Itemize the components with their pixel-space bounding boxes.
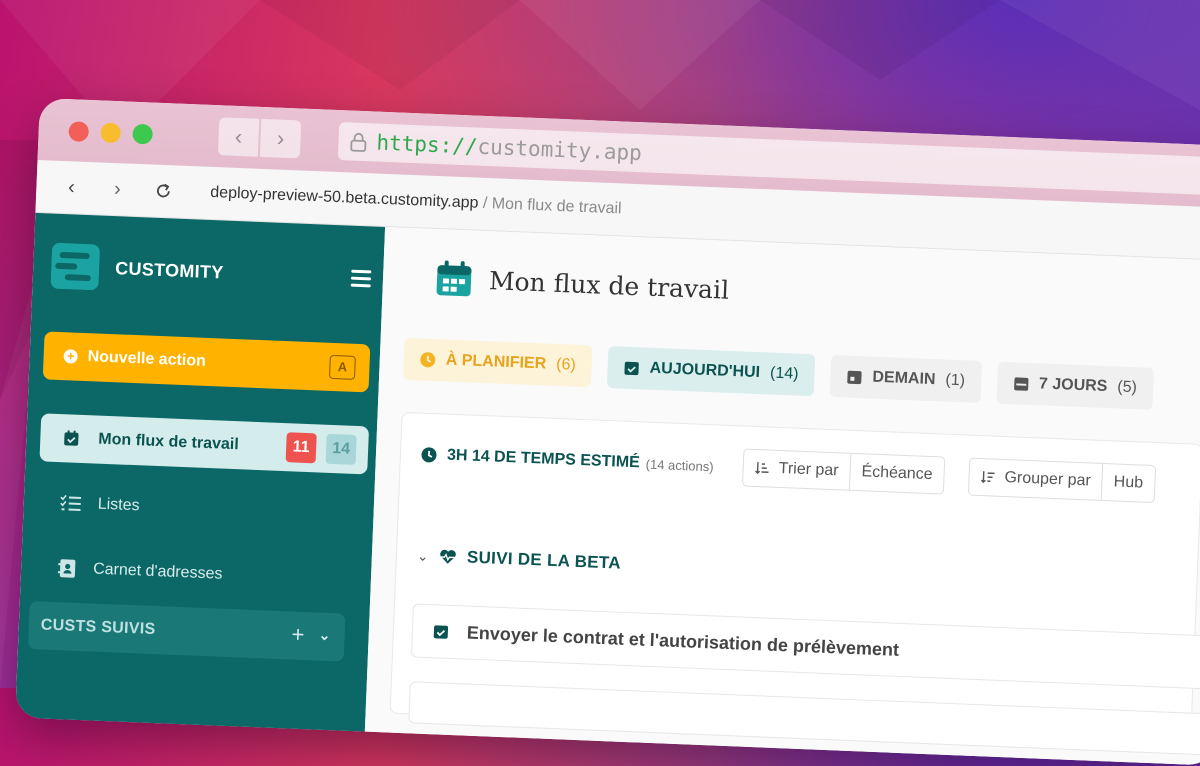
add-tracked-button[interactable]: +: [291, 622, 305, 649]
clock-icon: [420, 352, 436, 368]
history-buttons: ‹ ›: [217, 117, 302, 159]
action-count: (14 actions): [645, 456, 714, 474]
page-title: Mon flux de travail: [488, 265, 730, 305]
sidebar-item-label: Mon flux de travail: [98, 430, 240, 454]
tab-today[interactable]: AUJOURD'HUI (14): [606, 346, 816, 397]
sidebar-item-label: Listes: [97, 495, 140, 515]
group-value-select[interactable]: Hub: [1100, 463, 1155, 503]
count-badge: 14: [325, 433, 357, 465]
group-control: Grouper par Hub: [967, 457, 1156, 504]
calendar-icon: [436, 260, 472, 297]
new-action-button[interactable]: + Nouvelle action A: [42, 331, 371, 393]
main-content: Mon flux de travail À PLANIFIER (6) AUJO…: [364, 226, 1200, 766]
chevron-right-icon: ›: [113, 177, 122, 200]
page-forward-button[interactable]: ›: [104, 176, 131, 203]
calendar-check-icon: [64, 430, 79, 446]
shortcut-key: A: [328, 354, 356, 380]
sort-value-select[interactable]: Échéance: [848, 453, 945, 494]
group-title: SUIVI DE LA BETA: [466, 547, 622, 573]
actions-panel: 3H 14 DE TEMPS ESTIMÉ (14 actions) Trier…: [389, 411, 1200, 756]
task-title: Envoyer le contrat et l'autorisation de …: [466, 622, 900, 660]
task-row[interactable]: [408, 681, 1200, 756]
sort-by-label: Trier par: [778, 459, 839, 480]
hamburger-menu-icon[interactable]: [350, 269, 372, 292]
tab-count: (1): [945, 371, 966, 390]
time-estimate-label: 3H 14 DE TEMPS ESTIMÉ: [446, 446, 641, 472]
maximize-window-button[interactable]: [132, 123, 154, 145]
tab-tomorrow[interactable]: DEMAIN (1): [829, 354, 982, 403]
chevron-left-icon: ‹: [234, 123, 243, 150]
clock-icon: [421, 447, 437, 463]
chevron-down-icon[interactable]: ⌄: [318, 627, 331, 644]
group-value: Hub: [1113, 473, 1144, 492]
group-by-button[interactable]: Grouper par: [969, 459, 1103, 500]
back-button[interactable]: ‹: [217, 117, 260, 157]
address-book-icon: [57, 559, 76, 578]
sidebar-item-lists[interactable]: Listes: [59, 494, 140, 515]
tab-to-plan[interactable]: À PLANIFIER (6): [402, 337, 593, 388]
page-header: Mon flux de travail: [434, 259, 730, 309]
breadcrumb: deploy-preview-50.beta.customity.app / M…: [210, 184, 622, 218]
page-back-button[interactable]: ‹: [58, 174, 85, 201]
chevron-left-icon: ‹: [67, 175, 76, 198]
overdue-badge: 11: [285, 432, 317, 464]
tab-7-days[interactable]: 7 JOURS (5): [996, 361, 1154, 410]
calendar-check-icon: [433, 625, 449, 639]
lock-icon: [350, 132, 367, 152]
calendar-check-icon: [624, 361, 639, 376]
sort-by-button[interactable]: Trier par: [743, 450, 850, 490]
calendar-icon: [847, 370, 862, 385]
sidebar: CUSTOMITY + Nouvelle action A Mon flux d…: [15, 212, 386, 747]
group-sort-icon: [980, 471, 995, 484]
app-body: CUSTOMITY + Nouvelle action A Mon flux d…: [15, 212, 1200, 766]
sidebar-item-workflow[interactable]: Mon flux de travail 11 14: [39, 413, 370, 475]
sidebar-header: CUSTOMITY: [31, 213, 385, 331]
chevron-down-icon[interactable]: ⌄: [417, 547, 430, 564]
checklist-icon: [60, 494, 82, 511]
close-window-button[interactable]: [68, 121, 90, 142]
brand-name: CUSTOMITY: [114, 257, 224, 282]
group-by-label: Grouper par: [1004, 469, 1092, 490]
sidebar-item-address-book[interactable]: Carnet d'adresses: [57, 558, 223, 585]
time-estimate: 3H 14 DE TEMPS ESTIMÉ (14 actions): [421, 446, 714, 476]
tab-label: 7 JOURS: [1038, 375, 1108, 396]
calendar-week-icon: [1013, 377, 1029, 391]
section-title: CUSTS SUIVIS: [40, 616, 156, 639]
tab-count: (14): [769, 364, 799, 383]
browser-window: ‹ › https://customity.app ‹ › deploy-pre…: [15, 98, 1200, 766]
tab-label: À PLANIFIER: [445, 351, 547, 373]
window-controls: [68, 121, 154, 145]
heartbeat-icon: [439, 549, 456, 564]
url-scheme: https://: [376, 130, 479, 159]
sort-control: Trier par Échéance: [741, 448, 946, 495]
breadcrumb-host[interactable]: deploy-preview-50.beta.customity.app: [210, 184, 479, 212]
tab-count: (5): [1117, 378, 1138, 397]
group-header[interactable]: ⌄ SUIVI DE LA BETA: [417, 546, 622, 574]
reload-icon: [156, 183, 170, 198]
tab-label: AUJOURD'HUI: [649, 359, 761, 382]
tab-count: (6): [555, 355, 577, 374]
tracked-custs-section[interactable]: CUSTS SUIVIS + ⌄: [27, 600, 346, 662]
sort-icon: [755, 462, 769, 475]
task-row[interactable]: Envoyer le contrat et l'autorisation de …: [410, 603, 1200, 690]
minimize-window-button[interactable]: [100, 122, 122, 144]
url-host: customity.app: [477, 134, 643, 166]
chevron-right-icon: ›: [276, 125, 285, 151]
plus-circle-icon: +: [63, 348, 78, 364]
reload-button[interactable]: [150, 178, 177, 205]
sort-value: Échéance: [861, 463, 933, 484]
breadcrumb-page: Mon flux de travail: [491, 195, 622, 218]
period-tabs: À PLANIFIER (6) AUJOURD'HUI (14) DEMAIN …: [402, 337, 1154, 410]
new-action-label: Nouvelle action: [87, 348, 207, 370]
customity-logo-icon[interactable]: [50, 242, 100, 291]
forward-button[interactable]: ›: [259, 118, 302, 159]
sidebar-item-label: Carnet d'adresses: [92, 560, 223, 583]
breadcrumb-separator: /: [482, 194, 488, 213]
tab-label: DEMAIN: [872, 368, 936, 389]
